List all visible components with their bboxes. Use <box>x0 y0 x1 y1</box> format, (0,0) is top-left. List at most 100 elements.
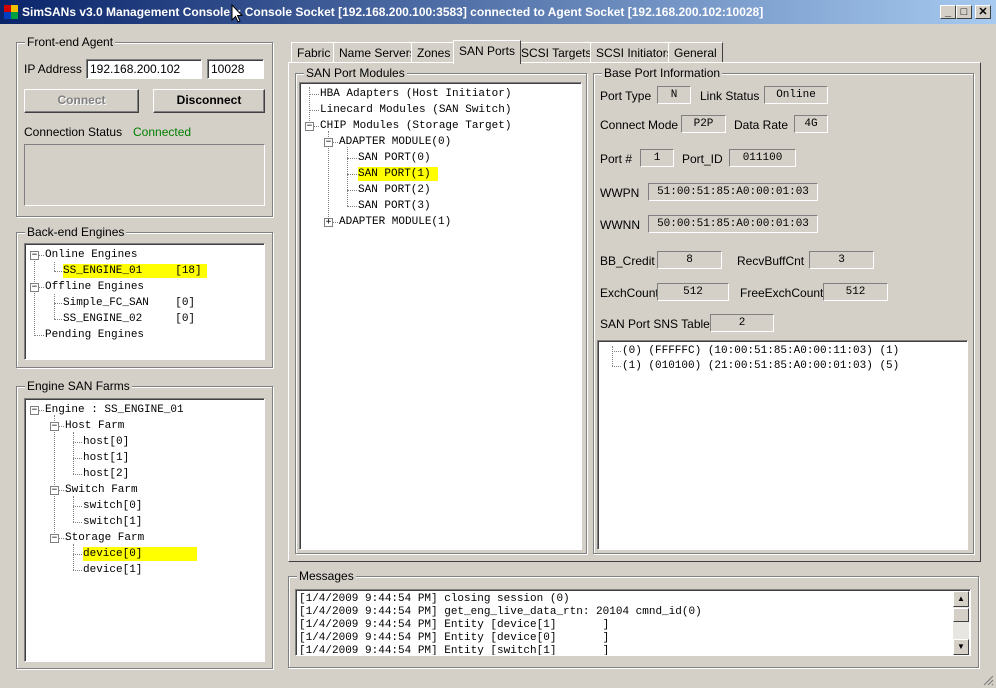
tree-node-switch-farm[interactable]: Switch Farm <box>65 483 138 497</box>
wwnn-label: WWNN <box>600 218 640 232</box>
scroll-up-icon[interactable]: ▲ <box>953 591 969 607</box>
expand-host-farm-icon[interactable]: − <box>50 422 59 431</box>
backend-engines-tree[interactable]: − Online Engines SS_ENGINE_01 [18] − Off… <box>24 243 265 360</box>
message-line: [1/4/2009 9:44:54 PM] get_eng_live_data_… <box>299 606 702 618</box>
expand-switch-farm-icon[interactable]: − <box>50 486 59 495</box>
port-type-value: N <box>657 86 691 104</box>
scroll-down-icon[interactable]: ▼ <box>953 639 969 655</box>
bb-credit-value: 8 <box>657 251 722 269</box>
port-id-value: 011100 <box>729 149 796 167</box>
messages-scrollbar[interactable]: ▲ ▼ <box>953 591 969 655</box>
recv-buff-cnt-label: RecvBuffCnt <box>737 254 805 268</box>
engine-san-farms-label: Engine SAN Farms <box>25 379 132 393</box>
messages-log[interactable]: [1/4/2009 9:44:54 PM] closing session (0… <box>295 589 971 656</box>
messages-label: Messages <box>297 569 356 583</box>
tree-node-switch-0[interactable]: switch[0] <box>83 499 142 513</box>
tree-node-hba-adapters[interactable]: HBA Adapters (Host Initiator) <box>320 87 511 101</box>
port-id-label: Port_ID <box>682 152 723 166</box>
exch-count-label: ExchCount <box>600 286 659 300</box>
tree-node-adapter-module-1[interactable]: ADAPTER MODULE(1) <box>339 215 451 229</box>
disconnect-button[interactable]: Disconnect <box>153 89 265 113</box>
bb-credit-label: BB_Credit <box>600 254 655 268</box>
ip-address-input[interactable]: 192.168.200.102 <box>86 59 202 79</box>
close-button[interactable]: ✕ <box>975 5 991 19</box>
connect-mode-value: P2P <box>681 115 726 133</box>
connection-status-label: Connection Status <box>24 125 123 139</box>
tree-node-host-1[interactable]: host[1] <box>83 451 129 465</box>
expand-online-icon[interactable]: − <box>30 251 39 260</box>
data-rate-value: 4G <box>794 115 828 133</box>
wwnn-value: 50:00:51:85:A0:00:01:03 <box>648 215 818 233</box>
tab-fabric[interactable]: Fabric <box>291 42 337 62</box>
connect-mode-label: Connect Mode <box>600 118 679 132</box>
exch-count-value: 512 <box>657 283 729 301</box>
tree-node-ss-engine-01[interactable]: SS_ENGINE_01 [18] <box>63 264 207 278</box>
tree-node-adapter-module-0[interactable]: ADAPTER MODULE(0) <box>339 135 451 149</box>
link-status-label: Link Status <box>700 89 760 103</box>
san-farms-tree[interactable]: − Engine : SS_ENGINE_01 − Host Farm host… <box>24 398 265 662</box>
message-line: [1/4/2009 9:44:54 PM] Entity [device[0] … <box>299 632 610 644</box>
tree-node-switch-1[interactable]: switch[1] <box>83 515 142 529</box>
tree-node-pending-engines[interactable]: Pending Engines <box>45 328 144 342</box>
sns-entry-0[interactable]: (0) (FFFFFC) (10:00:51:85:A0:00:11:03) (… <box>622 344 899 358</box>
free-exch-count-value: 512 <box>823 283 888 301</box>
tree-node-offline-engines[interactable]: Offline Engines <box>45 280 144 294</box>
port-type-label: Port Type <box>600 89 652 103</box>
tree-node-online-engines[interactable]: Online Engines <box>45 248 137 262</box>
tree-node-linecard-modules[interactable]: Linecard Modules (SAN Switch) <box>320 103 511 117</box>
port-number-value: 1 <box>640 149 674 167</box>
resize-grip-icon[interactable] <box>982 674 994 686</box>
tab-scsi-initiators[interactable]: SCSI Initiators <box>590 42 679 62</box>
connection-status-box <box>24 144 265 206</box>
scroll-thumb[interactable] <box>953 608 969 622</box>
tree-node-san-port-1[interactable]: SAN PORT(1) <box>358 167 438 181</box>
tree-node-device-0[interactable]: device[0] <box>83 547 197 561</box>
tab-scsi-targets[interactable]: SCSI Targets <box>515 42 598 62</box>
tree-node-host-farm[interactable]: Host Farm <box>65 419 124 433</box>
tree-node-storage-farm[interactable]: Storage Farm <box>65 531 144 545</box>
tab-name-servers[interactable]: Name Servers <box>333 42 422 62</box>
tree-node-san-port-0[interactable]: SAN PORT(0) <box>358 151 431 165</box>
tab-san-ports[interactable]: SAN Ports <box>453 40 522 64</box>
tree-node-san-port-3[interactable]: SAN PORT(3) <box>358 199 431 213</box>
tree-node-host-2[interactable]: host[2] <box>83 467 129 481</box>
expand-storage-farm-icon[interactable]: − <box>50 534 59 543</box>
wwpn-value: 51:00:51:85:A0:00:01:03 <box>648 183 818 201</box>
san-port-modules-tree[interactable]: HBA Adapters (Host Initiator) Linecard M… <box>299 82 582 550</box>
minimize-button[interactable]: _ <box>940 5 956 19</box>
connection-status-value: Connected <box>133 125 192 139</box>
tree-node-chip-modules[interactable]: CHIP Modules (Storage Target) <box>320 119 511 133</box>
tree-node-host-0[interactable]: host[0] <box>83 435 129 449</box>
tree-node-device-1[interactable]: device[1] <box>83 563 142 577</box>
maximize-button[interactable]: □ <box>956 5 972 19</box>
sns-table-tree[interactable]: (0) (FFFFFC) (10:00:51:85:A0:00:11:03) (… <box>597 340 968 550</box>
expand-chip-modules-icon[interactable]: − <box>305 122 314 131</box>
link-status-value: Online <box>764 86 828 104</box>
tree-node-simple-fc-san[interactable]: Simple_FC_SAN [0] <box>63 296 195 310</box>
san-port-modules-label: SAN Port Modules <box>304 66 407 80</box>
frontend-agent-label: Front-end Agent <box>25 35 116 49</box>
app-icon <box>4 5 18 19</box>
tab-zones[interactable]: Zones <box>411 42 457 62</box>
expand-adapter-module-0-icon[interactable]: − <box>324 138 333 147</box>
wwpn-label: WWPN <box>600 186 640 200</box>
expand-engine-icon[interactable]: − <box>30 406 39 415</box>
mouse-cursor-icon <box>231 4 243 23</box>
sns-table-count: 2 <box>710 314 774 332</box>
sns-table-label: SAN Port SNS Table <box>600 317 710 331</box>
free-exch-count-label: FreeExchCount <box>740 286 824 300</box>
sns-entry-1[interactable]: (1) (010100) (21:00:51:85:A0:00:01:03) (… <box>622 359 899 373</box>
title-bar[interactable]: SimSANs v3.0 Management Console :: Conso… <box>0 0 996 24</box>
message-line: [1/4/2009 9:44:54 PM] Entity [switch[1] … <box>299 645 610 656</box>
expand-adapter-module-1-icon[interactable]: + <box>324 218 333 227</box>
port-input[interactable]: 10028 <box>207 59 264 79</box>
tab-general[interactable]: General <box>668 42 723 62</box>
connect-button[interactable]: Connect <box>24 89 139 113</box>
recv-buff-cnt-value: 3 <box>809 251 874 269</box>
port-number-label: Port # <box>600 152 633 166</box>
tree-node-san-port-2[interactable]: SAN PORT(2) <box>358 183 431 197</box>
expand-offline-icon[interactable]: − <box>30 283 39 292</box>
backend-engines-label: Back-end Engines <box>25 225 127 239</box>
tree-node-engine[interactable]: Engine : SS_ENGINE_01 <box>45 403 184 417</box>
tree-node-ss-engine-02[interactable]: SS_ENGINE_02 [0] <box>63 312 195 326</box>
